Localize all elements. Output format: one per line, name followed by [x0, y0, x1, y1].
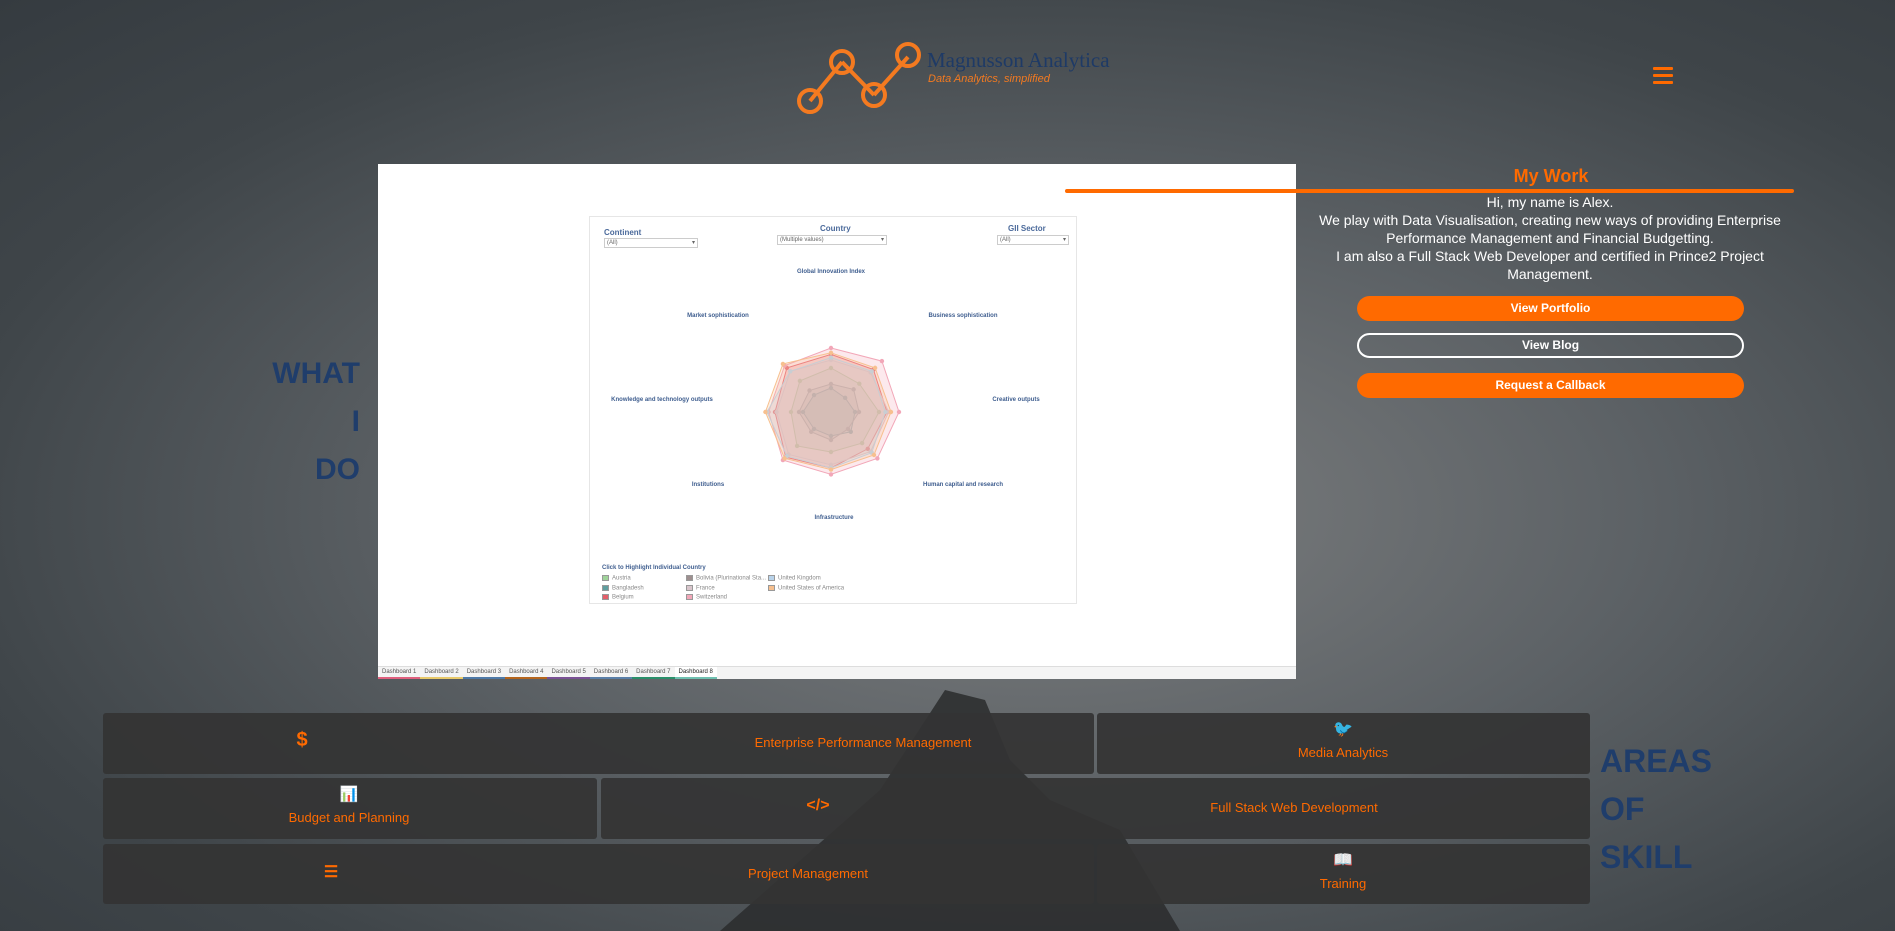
radar-axis-label: Institutions: [691, 482, 725, 488]
radar-axis-label: Infrastructure: [814, 515, 854, 521]
legend-swatch: [602, 584, 609, 591]
skill-label: Training: [1319, 876, 1367, 891]
intro-line: Hi, my name is Alex.: [1486, 194, 1614, 210]
legend-label: United Kingdom: [778, 575, 821, 582]
dashboard-tab[interactable]: Dashboard 3: [462, 667, 506, 679]
intro-line: We play with Data Visualisation, creatin…: [1319, 212, 1781, 246]
intro-line: I am also a Full Stack Web Developer and…: [1336, 248, 1764, 282]
dashboard-tab[interactable]: Dashboard 5: [547, 667, 590, 679]
legend-swatch: [768, 584, 775, 591]
radar-point[interactable]: [828, 345, 834, 351]
skill-label: Budget and Planning: [288, 810, 410, 825]
tableau-embed[interactable]: Continent (All) Country (Multiple values…: [378, 164, 1296, 679]
what-i-do-heading: WHAT I DO: [220, 350, 360, 494]
legend-label: Belgium: [612, 594, 634, 601]
dollar-icon: $: [296, 729, 308, 751]
legend-label: Bolivia (Plurinational Sta...: [696, 575, 767, 582]
hamburger-icon[interactable]: [1653, 67, 1673, 85]
heading-word: DO: [315, 453, 360, 486]
radar-point[interactable]: [875, 456, 880, 461]
heading-word: SKILL: [1600, 839, 1693, 875]
bar-chart-icon: 📊: [339, 786, 359, 803]
heading-word: WHAT: [272, 357, 360, 390]
radar-point[interactable]: [896, 409, 902, 415]
request-callback-button[interactable]: Request a Callback: [1357, 373, 1744, 398]
legend-item[interactable]: Austria: [602, 575, 631, 582]
radar-point[interactable]: [828, 350, 834, 355]
dashboard-tabs: Dashboard 1 Dashboard 2 Dashboard 3 Dashboa…: [378, 666, 1296, 679]
tasks-icon: ☰: [323, 864, 339, 881]
heading-word: I: [351, 405, 360, 438]
legend-label: Austria: [612, 575, 631, 582]
radar-point[interactable]: [888, 409, 894, 415]
radar-axis-label: Business sophistication: [928, 313, 998, 319]
radar-point[interactable]: [828, 467, 834, 472]
skill-label: Full Stack Web Development: [1210, 800, 1378, 815]
brand-name[interactable]: Magnusson Analytica: [927, 48, 1110, 73]
radar-axis-label: Global Innovation Index: [796, 269, 866, 275]
legend-swatch: [686, 575, 693, 581]
legend-swatch: [602, 575, 609, 581]
radar-point[interactable]: [763, 409, 768, 415]
legend-swatch: [686, 584, 693, 591]
code-icon: </>: [806, 797, 830, 814]
skill-tile-epm[interactable]: $ Enterprise Performance Management: [103, 713, 1094, 774]
legend-label: Bangladesh: [612, 585, 644, 592]
skill-label: Enterprise Performance Management: [754, 735, 972, 750]
radar-axis-label: Knowledge and technology outputs: [611, 397, 713, 403]
view-portfolio-button[interactable]: View Portfolio: [1357, 296, 1744, 321]
legend-item[interactable]: France: [686, 584, 715, 592]
radar-axis-label: Human capital and research: [922, 482, 1004, 488]
radar-point[interactable]: [871, 452, 877, 458]
dashboard-tab[interactable]: Dashboard 6: [589, 667, 633, 679]
skill-label: Project Management: [748, 866, 868, 881]
skill-label: Media Analytics: [1297, 745, 1389, 760]
radar-axis-label: Creative outputs: [992, 397, 1040, 403]
view-blog-button[interactable]: View Blog: [1357, 333, 1744, 358]
intro-text: Hi, my name is Alex. We play with Data V…: [1300, 193, 1800, 283]
dashboard-tab[interactable]: Dashboard 2: [420, 667, 463, 679]
my-work-title: My Work: [1513, 166, 1589, 186]
legend-item[interactable]: Switzerland: [686, 594, 727, 601]
legend-swatch: [768, 575, 775, 581]
heading-word: AREAS: [1600, 743, 1713, 779]
legend-label: France: [696, 585, 715, 592]
radar-point[interactable]: [782, 456, 787, 461]
radar-point[interactable]: [872, 365, 878, 371]
legend-title: Click to Highlight Individual Country: [602, 565, 706, 571]
legend-label: Switzerland: [696, 594, 728, 601]
legend-swatch: [602, 594, 609, 600]
legend-item[interactable]: Bolivia (Plurinational Sta...: [686, 575, 766, 582]
radar-point[interactable]: [828, 472, 834, 477]
dashboard-tab[interactable]: Dashboard 7: [632, 667, 675, 679]
legend-swatch: [686, 594, 693, 600]
legend-item[interactable]: United Kingdom: [768, 575, 821, 582]
legend-label: United States of America: [778, 585, 845, 592]
legend-item[interactable]: United States of America: [768, 584, 845, 592]
dashboard-tab[interactable]: Dashboard 8: [674, 667, 717, 679]
logo-icon[interactable]: [790, 34, 930, 120]
brand-tagline: Data Analytics, simplified: [928, 73, 1050, 85]
skill-tile-project-management[interactable]: ☰ Project Management: [103, 844, 1094, 904]
skill-tile-training[interactable]: 📖 Training: [1097, 844, 1590, 904]
radar-chart[interactable]: [590, 217, 1078, 605]
legend-item[interactable]: Belgium: [602, 594, 634, 601]
legend-item[interactable]: Bangladesh: [602, 584, 644, 592]
radar-point[interactable]: [780, 361, 786, 367]
areas-of-skill-heading: AREAS OF SKILL: [1600, 737, 1712, 881]
dashboard-tab[interactable]: Dashboard 1: [378, 667, 421, 679]
book-reader-icon: 📖: [1333, 852, 1353, 869]
twitter-icon: 🐦: [1333, 721, 1353, 738]
heading-word: OF: [1600, 791, 1645, 827]
skill-tile-budget[interactable]: 📊 Budget and Planning: [103, 778, 597, 839]
dashboard-tab[interactable]: Dashboard 4: [505, 667, 548, 679]
dashboard-panel: Continent (All) Country (Multiple values…: [589, 216, 1077, 604]
skill-tile-web-dev[interactable]: </> Full Stack Web Development: [601, 778, 1590, 839]
radar-point[interactable]: [879, 358, 885, 364]
radar-series-united-states-of-america[interactable]: [764, 352, 892, 471]
skill-tile-media-analytics[interactable]: 🐦 Media Analytics: [1097, 713, 1590, 774]
radar-axis-label: Market sophistication: [687, 313, 749, 319]
